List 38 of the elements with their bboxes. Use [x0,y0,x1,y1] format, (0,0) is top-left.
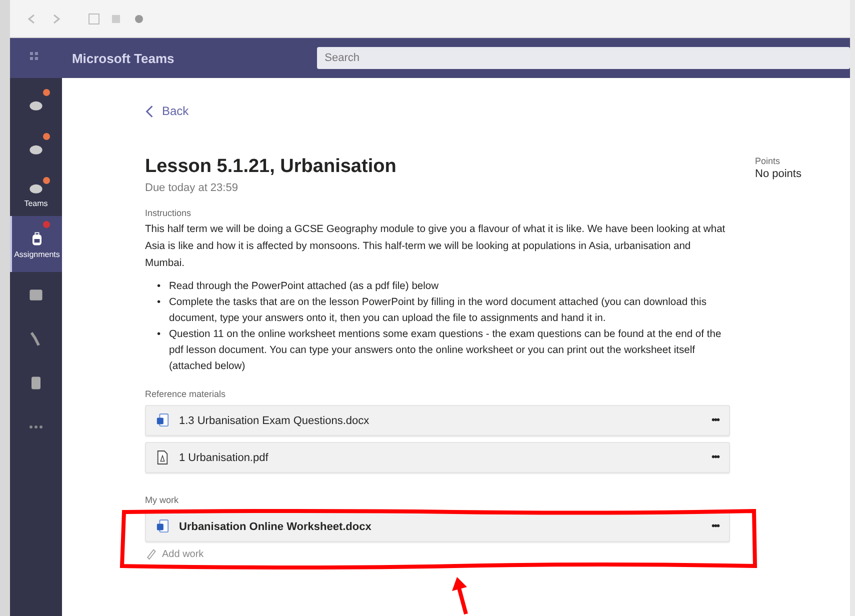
more-options-button[interactable]: ••• [711,452,719,463]
more-options-button[interactable]: ••• [711,415,719,426]
section-label: Instructions [145,208,192,218]
search-field[interactable]: Search [316,47,850,69]
sidebar-item[interactable]: Assignments [10,216,62,272]
instruction-item: Question 11 on the online worksheet mentions some exam questions - the exam questions can be found at the end of the pdf lesson document. You can type your answers onto the online worksheet or you can print out the worksheet itself (attached below) [169,328,722,374]
file-name: 1.3 Urbanisation Exam Questions.docx [179,414,370,426]
more-icon [29,425,43,429]
due-date: Due today at 23:59 [145,182,239,194]
assignment-title: Lesson 5.1.21, Urbanisation [145,156,398,178]
word-file-icon [156,519,169,534]
file-attachment[interactable]: 1 Urbanisation.pdf ••• [145,442,730,473]
instructions-text: This half term we will be doing a GCSE Geography module to give you a flavour of what it is like. We have been looking at what Asia is like and how it is affected by monsoons. This half-term we will be looking at populations in Asia, urbanisation and Mumbai. [145,223,726,271]
word-file-icon [156,413,169,428]
back-link[interactable]: Back [145,104,189,118]
pdf-file-icon [156,450,169,465]
file-name: 1 Urbanisation.pdf [179,452,270,464]
bullet-mark: • [157,328,162,342]
points-label: Points [755,156,782,166]
sidebar-item[interactable]: Teams [10,172,62,214]
sidebar-label: Assignments [14,250,60,258]
section-label: Reference materials [145,389,227,399]
file-name: Urbanisation Online Worksheet.docx [179,520,372,532]
instruction-item: Read through the PowerPoint attached (as a pdf file) below [169,280,440,294]
arrow-annotation [452,577,468,615]
add-work-link[interactable]: Add work [145,548,204,560]
file-attachment[interactable]: Urbanisation Online Worksheet.docx ••• [145,511,730,542]
app-title: Microsoft Teams [72,50,176,66]
points-value: No points [755,168,802,180]
section-label: My work [145,495,180,505]
file-attachment[interactable]: 1.3 Urbanisation Exam Questions.docx ••• [145,405,730,436]
bullet-mark: • [157,296,162,310]
pencil-icon [145,548,157,560]
instruction-item: Complete the tasks that are on the lesson PowerPoint by filling in the word document attached (you can download this document, type your answers onto it, then you can upload the file to assignments and hand it in. [169,296,708,326]
bullet-mark: • [157,280,162,294]
chevron-left-icon [145,104,154,118]
more-options-button[interactable]: ••• [711,521,719,532]
sidebar-label: Teams [24,198,48,208]
